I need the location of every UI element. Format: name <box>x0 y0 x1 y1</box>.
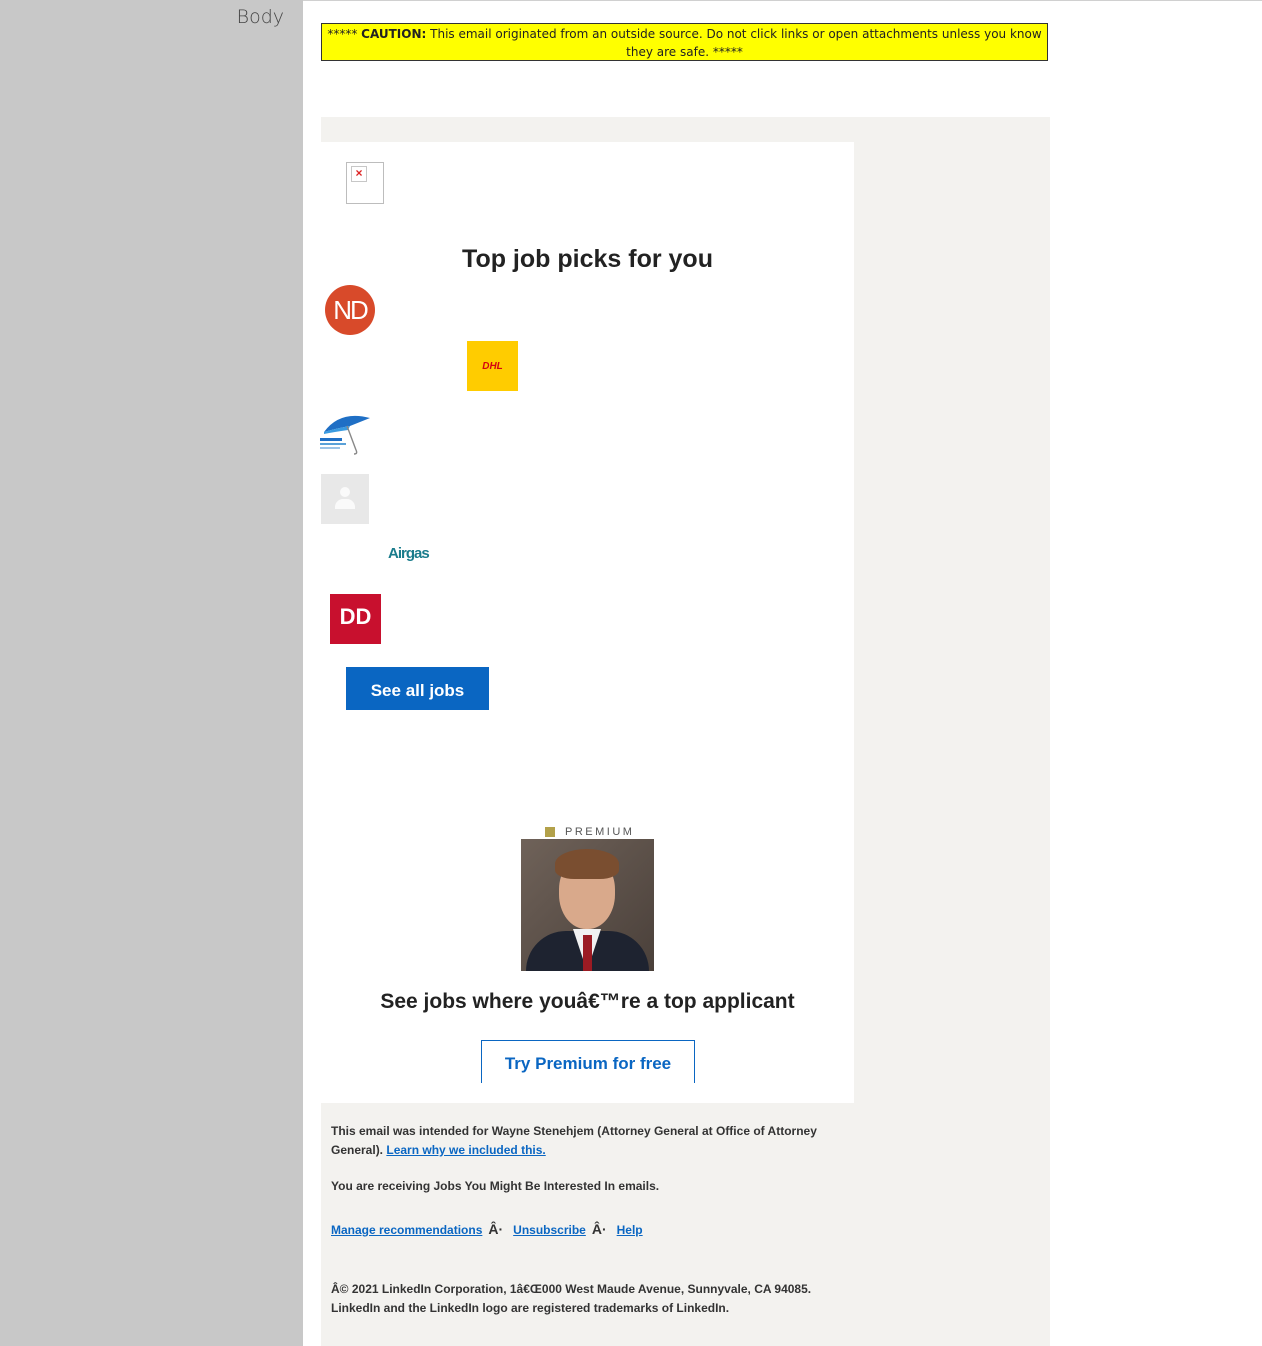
company-logo-airgas[interactable]: Airgas <box>388 545 433 569</box>
premium-headline: See jobs where youâ€™re a top applicant <box>380 990 795 1013</box>
footer-intended: This email was intended for Wayne Steneh… <box>331 1122 841 1160</box>
person-icon <box>340 487 350 497</box>
caution-text: This email originated from an outside so… <box>426 27 1042 59</box>
unsubscribe-link[interactable]: Unsubscribe <box>513 1223 586 1237</box>
manage-recommendations-link[interactable]: Manage recommendations <box>331 1223 482 1237</box>
body-field-label: Body <box>236 6 284 28</box>
premium-badge-label: PREMIUM <box>565 826 635 838</box>
company-logo-umbrella[interactable] <box>320 410 372 456</box>
nd-logo-text: ND <box>333 295 369 325</box>
company-logo-placeholder[interactable] <box>321 474 369 524</box>
premium-badge: PREMIUM <box>545 826 634 838</box>
person-icon-body <box>335 499 355 509</box>
premium-icon <box>545 827 555 837</box>
caution-banner: ***** CAUTION: This email originated fro… <box>321 23 1048 61</box>
company-logo-nd[interactable]: ND <box>325 285 375 335</box>
profile-photo <box>521 839 654 971</box>
top-divider <box>303 0 1262 1</box>
try-premium-button[interactable]: Try Premium for free <box>481 1040 695 1083</box>
learn-why-link[interactable]: Learn why we included this. <box>386 1143 545 1157</box>
broken-image-icon: × <box>346 162 384 204</box>
footer-receiving: You are receiving Jobs You Might Be Inte… <box>331 1179 660 1193</box>
umbrella-icon <box>320 415 370 455</box>
footer-copyright: Â© 2021 LinkedIn Corporation, 1â€Œ000 We… <box>331 1282 812 1315</box>
help-link[interactable]: Help <box>617 1223 643 1237</box>
caution-bold: CAUTION: <box>361 27 427 41</box>
left-pane: Body <box>0 0 303 1346</box>
email-headline: Top job picks for you <box>462 245 713 273</box>
company-logo-dhl[interactable]: DHL <box>467 341 518 391</box>
link-separator: Â· <box>591 1221 607 1237</box>
link-separator: Â· <box>488 1221 504 1237</box>
see-all-jobs-button[interactable]: See all jobs <box>346 667 489 710</box>
caution-prefix: ***** <box>327 27 362 41</box>
company-logo-dd[interactable]: DD <box>330 594 381 644</box>
footer-links: Manage recommendations Â· Unsubscribe Â· Hel… <box>331 1220 841 1240</box>
dhl-logo-text: DHL <box>482 361 503 372</box>
